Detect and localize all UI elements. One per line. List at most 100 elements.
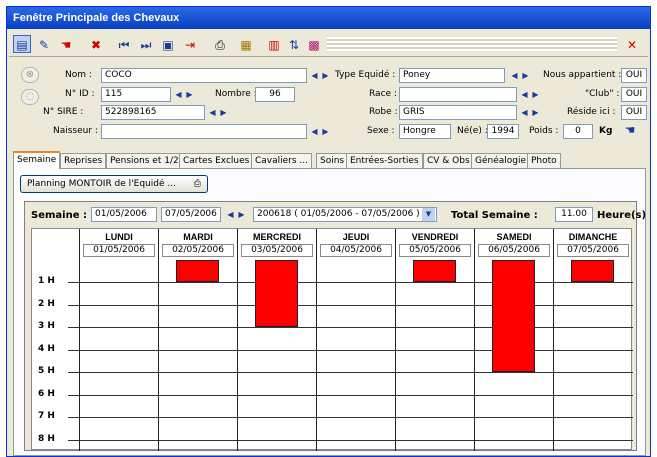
day-name: JEUDI [342, 232, 370, 242]
delete-icon[interactable]: ✖ [87, 35, 105, 53]
sire-label: N° SIRE : [43, 107, 84, 117]
sexe-field[interactable]: Hongre [399, 124, 451, 139]
edit-icon[interactable]: ✎ [35, 35, 53, 53]
day-date: 07/05/2006 [557, 244, 629, 257]
nom-arrows[interactable]: ◀ ▶ [309, 68, 333, 83]
poids-label: Poids : [529, 126, 559, 136]
ne-field[interactable]: 1994 [487, 124, 519, 139]
table-icon[interactable]: ▦ [237, 35, 255, 53]
grid-icon[interactable]: ▩ [305, 35, 323, 53]
day-date: 03/05/2006 [241, 244, 313, 257]
week-select[interactable]: 200618 ( 01/05/2006 - 07/05/2006 ) ▼ [253, 207, 437, 222]
day-date: 06/05/2006 [478, 244, 550, 257]
id-field[interactable]: 115 [101, 87, 171, 102]
session-block[interactable] [492, 259, 535, 372]
unit-label: Heure(s) [597, 210, 647, 221]
main-window: Fenêtre Principale des Chevaux ▤ ✎ ☚ ✖ ⏮… [6, 6, 651, 457]
window-title: Fenêtre Principale des Chevaux [7, 7, 650, 29]
next-week-icon: ▶ [238, 210, 245, 219]
day-column: VENDREDI 05/05/2006 [395, 229, 474, 451]
week-select-value: 200618 ( 01/05/2006 - 07/05/2006 ) [257, 209, 420, 219]
save-icon[interactable]: ▣ [159, 35, 177, 53]
naisseur-arrows[interactable]: ◀ ▶ [309, 124, 333, 139]
day-name: MARDI [183, 232, 213, 242]
hand-icon[interactable]: ☚ [57, 35, 75, 53]
day-date: 05/05/2006 [399, 244, 471, 257]
total-label: Total Semaine : [451, 210, 538, 221]
day-column: SAMEDI 06/05/2006 [474, 229, 553, 451]
hour-label: 4 H [38, 343, 55, 354]
tab-photo[interactable]: Photo [527, 153, 561, 168]
day-column: JEUDI 04/05/2006 [316, 229, 395, 451]
tab-semaine[interactable]: Semaine [13, 151, 61, 169]
last-record-icon[interactable]: ⏭ [137, 35, 155, 53]
sire-arrows[interactable]: ◀ ▶ [207, 105, 231, 120]
race-arrows[interactable]: ◀ ▶ [519, 87, 543, 102]
day-column: DIMANCHE 07/05/2006 [553, 229, 632, 451]
tab-genealogie[interactable]: Généalogie [471, 153, 531, 168]
appartient-label: Nous appartient : [543, 70, 622, 80]
day-name: SAMEDI [496, 232, 532, 242]
naisseur-field[interactable] [101, 124, 307, 139]
hour-label: 1 H [38, 276, 55, 286]
sire-field[interactable]: 522898165 [101, 105, 205, 120]
nombre-field: 96 [255, 87, 295, 102]
refresh-button[interactable]: ◌ [21, 89, 39, 105]
reside-label: Réside ici : [567, 107, 616, 117]
bar-chart-icon[interactable]: ▥ [265, 35, 283, 53]
poids-field[interactable]: 0 [563, 124, 593, 139]
semaine-panel: Planning MONTOIR de l'Equidé ... ⎙ Semai… [13, 168, 646, 456]
planning-button-label: Planning MONTOIR de l'Equidé ... [27, 179, 176, 189]
robe-arrows[interactable]: ◀ ▶ [519, 105, 543, 120]
date-from-field[interactable]: 01/05/2006 [91, 207, 157, 222]
toolbar-filler [327, 37, 617, 51]
tab-cv-obs[interactable]: CV & Obs [423, 153, 474, 168]
session-block[interactable] [176, 259, 219, 282]
robe-field[interactable]: GRIS [399, 105, 517, 120]
id-label: N° ID : [65, 89, 95, 99]
kg-label: Kg [599, 126, 613, 136]
day-date: 01/05/2006 [83, 244, 155, 257]
tab-entrees-sorties[interactable]: Entrées-Sorties [346, 153, 423, 168]
week-arrows[interactable]: ◀ ▶ [225, 207, 249, 222]
day-column: LUNDI 01/05/2006 [79, 229, 158, 451]
reside-field[interactable]: OUI [621, 105, 647, 120]
session-block[interactable] [413, 259, 456, 282]
new-record-icon[interactable]: ▤ [13, 35, 31, 53]
session-block[interactable] [571, 259, 614, 282]
id-arrows[interactable]: ◀ ▶ [173, 87, 197, 102]
tab-cartes-exclues[interactable]: Cartes Exclues [179, 153, 254, 168]
week-group: Semaine : 01/05/2006 07/05/2006 ◀ ▶ 20061… [24, 201, 646, 451]
tab-soins[interactable]: Soins [316, 153, 349, 168]
type-label: Type Equidé : [335, 70, 396, 80]
planning-button[interactable]: Planning MONTOIR de l'Equidé ... ⎙ [20, 175, 208, 193]
hour-label: 6 H [38, 388, 55, 399]
race-label: Race : [369, 89, 397, 99]
first-record-icon[interactable]: ⏮ [115, 35, 133, 53]
chevron-down-icon: ▼ [422, 208, 435, 221]
hand-pointer-icon[interactable]: ☚ [621, 120, 639, 138]
cancel-button[interactable]: ⊗ [21, 67, 39, 83]
nom-field[interactable]: COCO [101, 68, 307, 83]
race-field[interactable] [399, 87, 517, 102]
appartient-field[interactable]: OUI [621, 68, 647, 83]
day-name: LUNDI [105, 232, 133, 242]
date-to-field[interactable]: 07/05/2006 [161, 207, 221, 222]
tab-cavaliers[interactable]: Cavaliers ... [251, 153, 313, 168]
club-field[interactable]: OUI [621, 87, 647, 102]
sort-icon[interactable]: ⇅ [285, 35, 303, 53]
session-block[interactable] [255, 259, 298, 327]
hour-label: 3 H [38, 321, 55, 331]
tab-reprises[interactable]: Reprises [60, 153, 107, 168]
close-icon[interactable]: ✕ [623, 35, 641, 53]
hour-label: 5 H [38, 366, 55, 376]
day-column: MARDI 02/05/2006 [158, 229, 237, 451]
type-arrows[interactable]: ◀ ▶ [509, 68, 533, 83]
ne-label: Né(e) : [457, 126, 488, 136]
print-icon[interactable]: ⎙ [211, 35, 229, 53]
exit-icon[interactable]: ⇥ [181, 35, 199, 53]
day-name: VENDREDI [411, 232, 459, 242]
hour-label: 7 H [38, 411, 55, 421]
tab-pensions[interactable]: Pensions et 1/2 [106, 153, 183, 168]
type-field[interactable]: Poney [399, 68, 505, 83]
